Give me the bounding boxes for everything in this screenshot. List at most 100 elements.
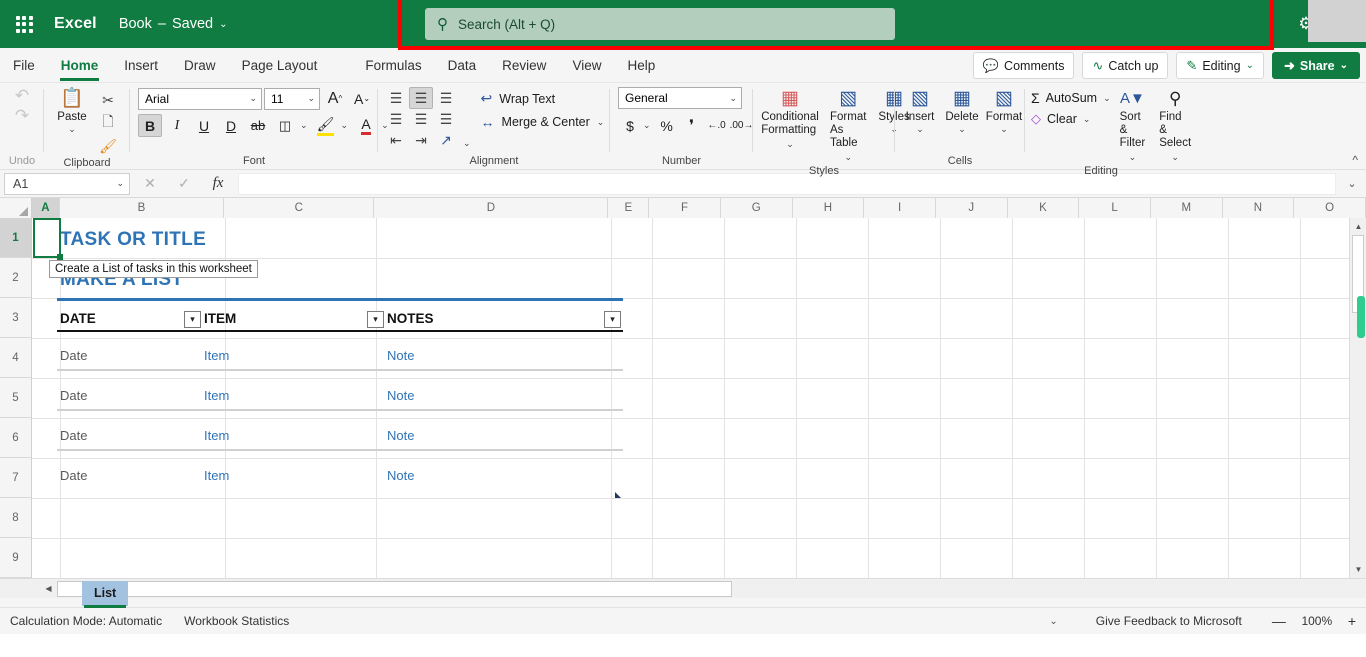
format-cells-button[interactable]: ▧ Format ⌄	[983, 87, 1025, 136]
tab-data[interactable]: Data	[435, 48, 490, 83]
row-header-5[interactable]: 5	[0, 378, 32, 418]
decrease-font-size-icon[interactable]: A ⌄	[350, 87, 374, 110]
tab-page-layout[interactable]: Page Layout	[229, 48, 331, 83]
merge-center-button[interactable]: ↔ Merge & Center ⌄	[481, 114, 605, 130]
calculation-mode-status[interactable]: Calculation Mode: Automatic	[10, 614, 162, 628]
column-header-f[interactable]: F	[649, 198, 721, 218]
catch-up-button[interactable]: ∿ Catch up	[1082, 52, 1169, 79]
column-header-i[interactable]: I	[864, 198, 936, 218]
horizontal-scrollbar[interactable]: ◀	[0, 578, 1366, 598]
chevron-down-icon[interactable]: ⌄	[643, 120, 651, 131]
currency-format-button[interactable]: $	[618, 114, 642, 137]
tab-home[interactable]: Home	[48, 48, 112, 83]
scroll-up-icon[interactable]: ▲	[1350, 218, 1366, 235]
comments-button[interactable]: 💬 Comments	[972, 52, 1075, 79]
double-underline-button[interactable]: D	[219, 114, 243, 137]
wrap-text-button[interactable]: ↩ Wrap Text	[481, 90, 605, 107]
column-header-o[interactable]: O	[1294, 198, 1366, 218]
underline-button[interactable]: U	[192, 114, 216, 137]
orientation-icon[interactable]: ↗	[434, 129, 458, 151]
tab-insert[interactable]: Insert	[111, 48, 171, 83]
borders-button[interactable]: ◫	[273, 114, 297, 137]
vertical-scrollbar[interactable]: ▲ ▼	[1349, 218, 1366, 578]
collapse-ribbon-icon[interactable]: ^	[1352, 153, 1358, 167]
copy-icon[interactable]: 🗋	[96, 112, 120, 134]
align-center-icon[interactable]: ☰	[409, 108, 433, 130]
column-header-h[interactable]: H	[792, 198, 865, 218]
chevron-down-icon[interactable]: ⌄	[463, 138, 471, 149]
number-format-select[interactable]: General ⌄	[618, 87, 742, 109]
grid-cells[interactable]: TASK OR TITLE MAKE A LIST Create a List …	[32, 218, 1366, 578]
redo-button[interactable]: ↷	[15, 107, 29, 125]
scroll-down-icon[interactable]: ▼	[1350, 561, 1366, 578]
column-header-j[interactable]: J	[935, 198, 1008, 218]
cut-icon[interactable]: ✂	[96, 89, 120, 111]
tab-formulas[interactable]: Formulas	[352, 48, 434, 83]
filter-dropdown-date[interactable]: ▾	[184, 311, 201, 328]
bold-button[interactable]: B	[138, 114, 162, 137]
align-right-icon[interactable]: ☰	[434, 108, 458, 130]
format-as-table-button[interactable]: ▧ Format As Table ⌄	[825, 87, 871, 165]
font-color-button[interactable]: A	[354, 114, 378, 137]
row-header-8[interactable]: 8	[0, 498, 32, 538]
find-select-button[interactable]: ⚲ Find & Select ⌄	[1154, 87, 1196, 165]
scroll-left-icon[interactable]: ◀	[40, 581, 57, 597]
column-header-m[interactable]: M	[1150, 198, 1223, 218]
strikethrough-button[interactable]: ab	[246, 114, 270, 137]
zoom-in-button[interactable]: +	[1348, 613, 1356, 629]
sort-filter-button[interactable]: A▼ Sort & Filter ⌄	[1115, 87, 1151, 165]
increase-indent-icon[interactable]: ⇥	[409, 129, 433, 151]
insert-function-icon[interactable]: fx	[204, 175, 232, 192]
share-button[interactable]: ➜ Share ⌄	[1271, 52, 1360, 79]
feedback-button[interactable]: Give Feedback to Microsoft	[1096, 614, 1242, 628]
tab-file[interactable]: File	[0, 48, 48, 83]
cancel-formula-icon[interactable]: ✕	[136, 175, 164, 192]
app-launcher-icon[interactable]	[0, 0, 48, 48]
decrease-indent-icon[interactable]: ⇤	[384, 129, 408, 151]
row-header-9[interactable]: 9	[0, 538, 32, 578]
increase-font-size-icon[interactable]: A ^	[323, 87, 347, 110]
filter-dropdown-notes[interactable]: ▾	[604, 311, 621, 328]
column-header-g[interactable]: G	[720, 198, 793, 218]
comma-format-button[interactable]: ❜	[680, 114, 704, 137]
column-header-e[interactable]: E	[608, 198, 650, 218]
undo-button[interactable]: ↶	[15, 87, 29, 105]
zoom-level[interactable]: 100%	[1300, 614, 1334, 628]
align-middle-icon[interactable]: ☰	[409, 87, 433, 109]
column-header-b[interactable]: B	[59, 198, 225, 218]
format-painter-icon[interactable]: 🖌	[96, 135, 120, 157]
table-resize-handle[interactable]	[615, 492, 621, 498]
row-header-2[interactable]: 2	[0, 258, 32, 298]
font-size-select[interactable]: 11 ⌄	[264, 87, 320, 110]
decrease-decimal-icon[interactable]: .00→	[730, 114, 754, 137]
column-header-n[interactable]: N	[1222, 198, 1295, 218]
status-overflow-icon[interactable]: ⌄	[1049, 616, 1057, 627]
conditional-formatting-button[interactable]: ▦ Conditional Formatting ⌄	[757, 87, 823, 152]
column-header-l[interactable]: L	[1079, 198, 1151, 218]
tab-review[interactable]: Review	[489, 48, 559, 83]
align-left-icon[interactable]: ☰	[384, 108, 408, 130]
row-header-6[interactable]: 6	[0, 418, 32, 458]
column-header-a[interactable]: A	[32, 198, 60, 218]
document-title[interactable]: Book – Saved ⌄	[119, 16, 228, 32]
row-header-4[interactable]: 4	[0, 338, 32, 378]
confirm-formula-icon[interactable]: ✓	[170, 175, 198, 192]
fill-color-button[interactable]: 🖌	[314, 114, 338, 137]
sheet-tab-list[interactable]: List	[82, 580, 129, 608]
workbook-statistics-button[interactable]: Workbook Statistics	[184, 614, 289, 628]
scroll-position-marker[interactable]	[1357, 296, 1365, 338]
paste-button[interactable]: 📋 Paste ⌄	[48, 87, 96, 136]
tab-help[interactable]: Help	[614, 48, 668, 83]
search-input[interactable]: ⚲ Search (Alt + Q)	[425, 8, 895, 40]
delete-cells-button[interactable]: ▦ Delete ⌄	[941, 87, 983, 136]
insert-cells-button[interactable]: ▧ Insert ⌄	[899, 87, 941, 136]
name-box[interactable]: A1 ⌄	[4, 172, 130, 195]
align-top-icon[interactable]: ☰	[384, 87, 408, 109]
column-header-k[interactable]: K	[1007, 198, 1080, 218]
chevron-down-icon[interactable]: ⌄	[341, 120, 349, 131]
autosum-button[interactable]: Σ AutoSum ⌄	[1031, 90, 1111, 106]
editing-mode-button[interactable]: ✎ Editing ⌄	[1176, 52, 1264, 79]
column-header-d[interactable]: D	[374, 198, 609, 218]
chevron-down-icon[interactable]: ⌄	[219, 19, 227, 30]
select-all-corner[interactable]	[0, 198, 32, 218]
